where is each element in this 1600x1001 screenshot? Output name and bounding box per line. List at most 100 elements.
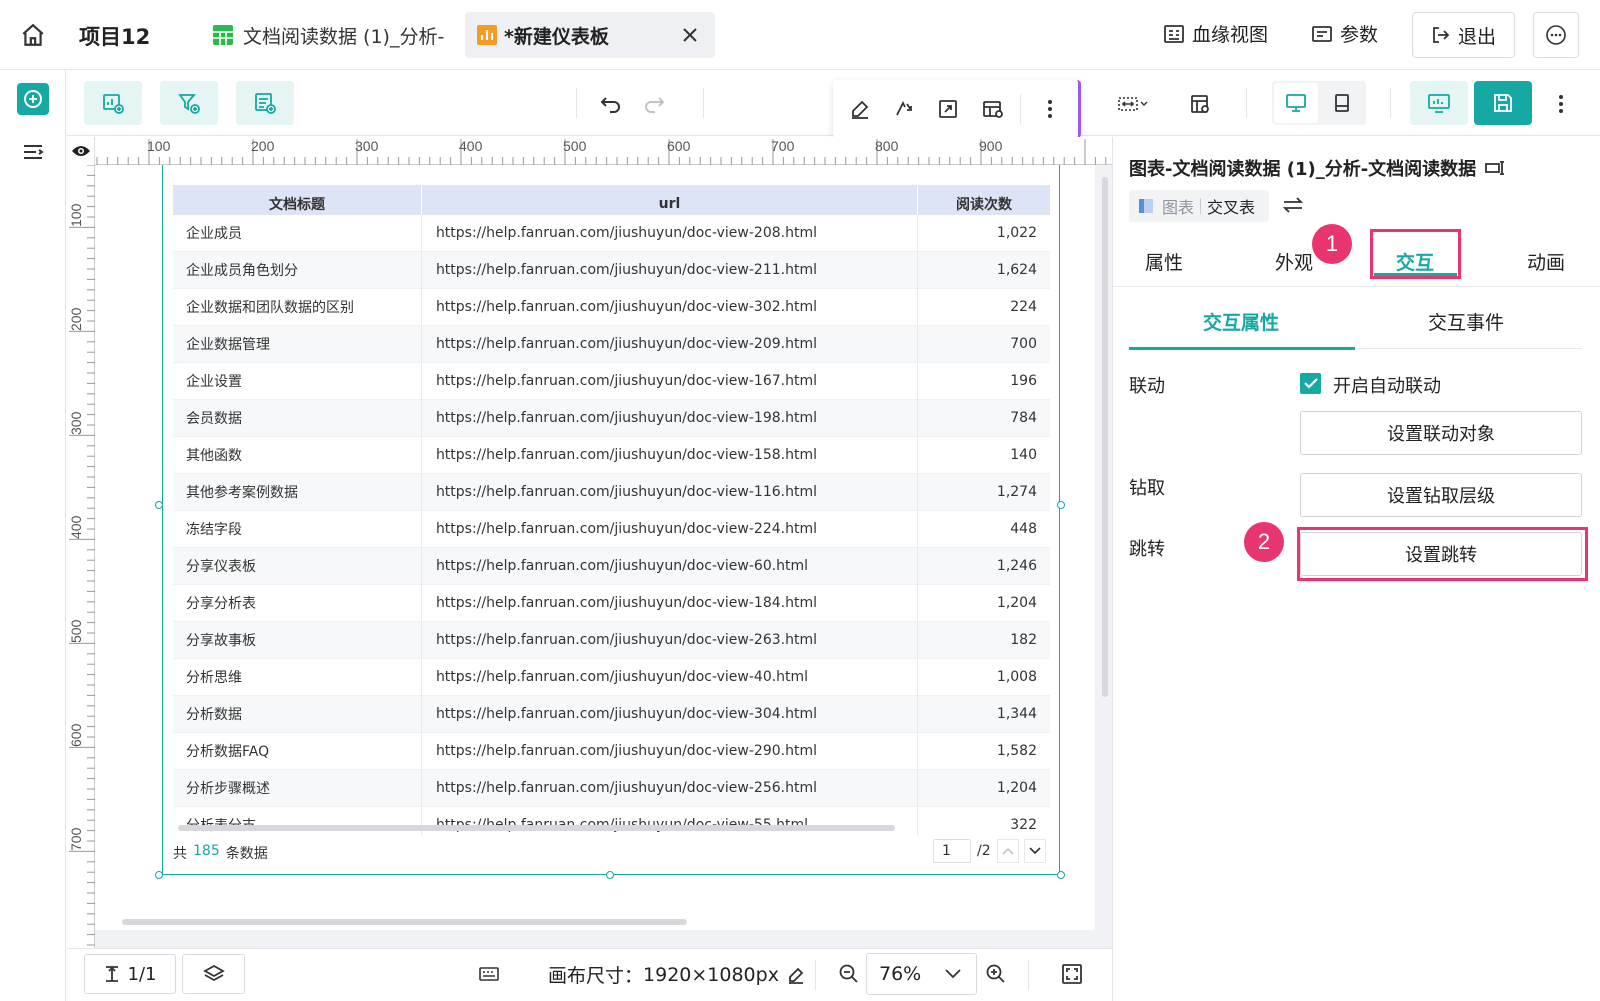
mobile-view-icon[interactable] (1320, 83, 1364, 123)
zoom-out-icon[interactable] (838, 963, 860, 985)
layers-button[interactable] (182, 954, 245, 994)
page-number-input[interactable]: 1 (933, 839, 971, 863)
cell-reads: 1,008 (996, 669, 1037, 685)
edit-pen-icon[interactable] (787, 966, 805, 984)
horizontal-ruler-ticks: 100 200 300 400 500 600 700 800 900 (96, 138, 1107, 165)
cell-url: https://help.fanruan.com/jiushuyun/doc-v… (422, 215, 918, 251)
resize-handle[interactable] (1057, 501, 1065, 509)
add-text-button[interactable] (236, 81, 294, 125)
spreadsheet-icon (212, 24, 234, 46)
ruler-label: 600 (667, 138, 691, 154)
exit-button[interactable]: 退出 (1412, 12, 1515, 58)
subtab-interaction-props[interactable]: 交互属性 (1203, 308, 1279, 335)
more-vertical-icon[interactable] (1544, 87, 1578, 121)
outline-list-icon[interactable] (21, 142, 45, 164)
ruler-label: 800 (875, 138, 899, 154)
table-row[interactable]: 企业成员 https://help.fanruan.com/jiushuyun/d… (173, 215, 1050, 252)
cell-title: 分享仪表板 (173, 548, 422, 584)
table-row[interactable]: 会员数据 https://help.fanruan.com/jiushuyun/d… (173, 400, 1050, 437)
visibility-eye-icon[interactable] (67, 137, 95, 165)
tab-new-dashboard[interactable]: *新建仪表板 (465, 12, 715, 58)
table-row[interactable]: 其他参考案例数据 https://help.fanruan.com/jiushuy… (173, 474, 1050, 511)
table-row[interactable]: 分析思维 https://help.fanruan.com/jiushuyun/d… (173, 659, 1050, 696)
cell-url: https://help.fanruan.com/jiushuyun/doc-v… (422, 622, 918, 658)
toolbar-divider (1020, 94, 1021, 124)
tab-analysis-table[interactable]: 文档阅读数据 (1)_分析- (205, 12, 450, 58)
table-row[interactable]: 其他函数 https://help.fanruan.com/jiushuyun/d… (173, 437, 1050, 474)
lineage-icon (1163, 23, 1185, 45)
table-body: 企业成员 https://help.fanruan.com/jiushuyun/d… (173, 215, 1050, 835)
subtab-interaction-events[interactable]: 交互事件 (1428, 308, 1504, 335)
params-button[interactable]: 参数 (1311, 20, 1378, 47)
cell-url: https://help.fanruan.com/jiushuyun/doc-v… (422, 733, 918, 769)
swap-icon[interactable] (1282, 196, 1304, 214)
set-jump-button[interactable]: 设置跳转 (1300, 532, 1582, 576)
auto-link-checkbox[interactable] (1300, 373, 1321, 394)
resize-handle[interactable] (155, 501, 163, 509)
lineage-view-button[interactable]: 血缘视图 (1163, 20, 1268, 47)
cell-title: 冻结字段 (173, 511, 422, 547)
table-horizontal-scrollbar[interactable] (178, 825, 895, 831)
total-prefix: 共 (173, 846, 187, 862)
table-row[interactable]: 企业数据管理 https://help.fanruan.com/jiushuyun… (173, 326, 1050, 363)
status-divider (1028, 960, 1029, 990)
page-up-icon[interactable] (997, 839, 1019, 863)
fit-screen-icon[interactable] (1061, 963, 1083, 985)
toolbar-divider (576, 88, 577, 118)
canvas-horizontal-scrollbar[interactable] (122, 919, 687, 925)
rename-icon[interactable] (1484, 160, 1506, 176)
save-button[interactable] (1474, 81, 1532, 125)
table-row[interactable]: 分享仪表板 https://help.fanruan.com/jiushuyun/… (173, 548, 1050, 585)
table-row[interactable]: 企业设置 https://help.fanruan.com/jiushuyun/d… (173, 363, 1050, 400)
page-down-icon[interactable] (1024, 839, 1046, 863)
component-type-switch[interactable]: 图表 交叉表 (1129, 190, 1269, 222)
table-row[interactable]: 分析数据 https://help.fanruan.com/jiushuyun/d… (173, 696, 1050, 733)
table-row[interactable]: 分享分析表 https://help.fanruan.com/jiushuyun/… (173, 585, 1050, 622)
resize-handle[interactable] (1057, 871, 1065, 879)
desktop-view-icon[interactable] (1274, 83, 1318, 123)
table-row[interactable]: 分析步骤概述 https://help.fanruan.com/jiushuyun… (173, 770, 1050, 807)
table-row[interactable]: 企业成员角色划分 https://help.fanruan.com/jiushuy… (173, 252, 1050, 289)
cell-url: https://help.fanruan.com/jiushuyun/doc-v… (422, 548, 918, 584)
table-row[interactable]: 分享故事板 https://help.fanruan.com/jiushuyun/… (173, 622, 1050, 659)
zoom-select[interactable]: 76% (866, 953, 977, 995)
auto-link-label[interactable]: 开启自动联动 (1333, 372, 1441, 398)
tab-appearance[interactable]: 外观 (1275, 248, 1313, 275)
tab-interaction[interactable]: 交互 (1396, 248, 1434, 275)
set-link-target-button[interactable]: 设置联动对象 (1300, 411, 1582, 455)
page-indicator-button[interactable]: 1/1 (84, 954, 176, 994)
cell-title: 企业设置 (173, 363, 422, 399)
table-row[interactable]: 企业数据和团队数据的区别 https://help.fanruan.com/jiu… (173, 289, 1050, 326)
sort-arrows-icon[interactable] (887, 92, 921, 126)
redo-icon[interactable] (637, 87, 671, 121)
table-settings-icon[interactable] (976, 92, 1010, 126)
resize-handle[interactable] (155, 871, 163, 879)
canvas-size[interactable]: 画布尺寸： 1920×1080px (548, 961, 805, 988)
close-icon[interactable] (681, 26, 699, 44)
preview-button[interactable] (1410, 81, 1468, 125)
undo-icon[interactable] (594, 87, 628, 121)
distribute-icon[interactable] (1110, 87, 1154, 121)
more-circle-icon[interactable] (1533, 12, 1579, 58)
add-filter-button[interactable] (160, 81, 218, 125)
canvas-vertical-scrollbar[interactable] (1102, 177, 1108, 697)
add-chart-icon (101, 91, 125, 115)
set-drill-level-button[interactable]: 设置钻取层级 (1300, 473, 1582, 517)
tab-properties[interactable]: 属性 (1145, 248, 1183, 275)
zoom-in-icon[interactable] (985, 963, 1007, 985)
add-chart-button[interactable] (84, 81, 142, 125)
home-icon[interactable] (20, 22, 46, 48)
keyboard-icon[interactable] (478, 966, 500, 982)
fullscreen-icon[interactable] (931, 92, 965, 126)
more-vertical-icon[interactable] (1033, 92, 1067, 126)
cell-title: 企业数据管理 (173, 326, 422, 362)
add-component-icon[interactable] (17, 83, 49, 115)
table-row[interactable]: 分析数据FAQ https://help.fanruan.com/jiushuyu… (173, 733, 1050, 770)
resize-handle[interactable] (606, 871, 614, 879)
layout-settings-icon[interactable] (1183, 87, 1217, 121)
cell-title: 分析数据 (173, 696, 422, 732)
edit-brush-icon[interactable] (843, 92, 877, 126)
tab-animation[interactable]: 动画 (1527, 248, 1565, 275)
table-widget[interactable]: 文档标题 url 阅读次数 企业成员 https://help.fanruan.c… (162, 165, 1060, 875)
table-row[interactable]: 冻结字段 https://help.fanruan.com/jiushuyun/d… (173, 511, 1050, 548)
